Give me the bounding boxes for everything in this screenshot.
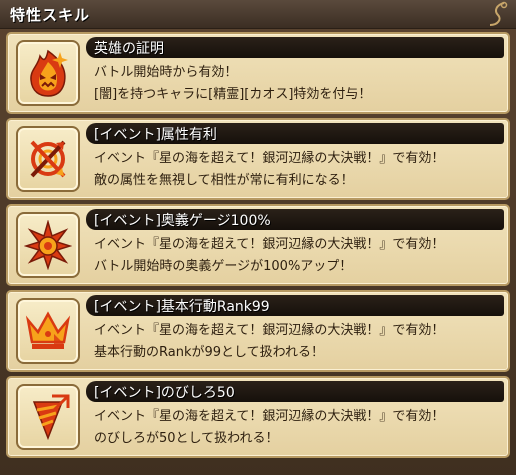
- skill-title: [イベント]のびしろ50: [94, 385, 235, 401]
- skill-card-hero-proof: 英雄の証明 バトル開始時から有効！ [闇]を持つキャラに[精霊][カオス]特効を…: [6, 32, 510, 114]
- skill-card-element-advantage: [イベント]属性有利 イベント『星の海を超えて！銀河辺縁の大決戦！』で有効！ 敵…: [6, 118, 510, 200]
- skill-description: バトル開始時から有効！ [闇]を持つキャラに[精霊][カオス]特効を付与！: [94, 62, 506, 106]
- skill-card-basic-rank: [イベント]基本行動Rank99 イベント『星の海を超えて！銀河辺縁の大決戦！』…: [6, 290, 510, 372]
- burst-star-icon: [24, 220, 72, 270]
- skill-title: 英雄の証明: [94, 41, 164, 57]
- skill-card-ougi-gauge: [イベント]奥義ゲージ100% イベント『星の海を超えて！銀河辺縁の大決戦！』で…: [6, 204, 510, 286]
- crown-icon: [25, 311, 71, 349]
- skill-description-line: のびしろが50として扱われる！: [94, 431, 279, 446]
- skill-description-line: バトル開始時の奥義ゲージが100%アップ！: [94, 259, 353, 274]
- skill-title: [イベント]基本行動Rank99: [94, 299, 270, 315]
- skill-description-line: [闇]を持つキャラに[精霊][カオス]特効を付与！: [94, 87, 372, 102]
- skill-description: イベント『星の海を超えて！銀河辺縁の大決戦！』で有効！ 敵の属性を無視して相性が…: [94, 148, 506, 192]
- skill-description: イベント『星の海を超えて！銀河辺縁の大決戦！』で有効！ 基本行動のRankが99…: [94, 320, 506, 364]
- skill-icon-frame: [16, 298, 80, 364]
- crossed-arrow-target-icon: [30, 140, 66, 178]
- skill-description-line: バトル開始時から有効！: [94, 65, 238, 80]
- skill-description: イベント『星の海を超えて！銀河辺縁の大決戦！』で有効！ バトル開始時の奥義ゲージ…: [94, 234, 506, 278]
- drill-arrow-icon: [32, 394, 70, 441]
- skill-icon-frame: [16, 40, 80, 106]
- skill-title: [イベント]属性有利: [94, 127, 217, 143]
- demon-flame-icon: [30, 49, 68, 97]
- skill-icon-frame: [16, 126, 80, 192]
- skill-icon-frame: [16, 212, 80, 278]
- skill-description-line: 基本行動のRankが99として扱われる！: [94, 345, 324, 360]
- skill-description-line: イベント『星の海を超えて！銀河辺縁の大決戦！』で有効！: [94, 323, 445, 338]
- skill-icon-frame: [16, 384, 80, 450]
- panel-header: 特性スキル: [0, 0, 516, 29]
- skill-description-line: イベント『星の海を超えて！銀河辺縁の大決戦！』で有効！: [94, 151, 445, 166]
- skill-description-line: イベント『星の海を超えて！銀河辺縁の大決戦！』で有効！: [94, 237, 445, 252]
- skill-description: イベント『星の海を超えて！銀河辺縁の大決戦！』で有効！ のびしろが50として扱わ…: [94, 406, 506, 450]
- skill-card-nobishiro: [イベント]のびしろ50 イベント『星の海を超えて！銀河辺縁の大決戦！』で有効！…: [6, 376, 510, 458]
- skill-description-line: 敵の属性を無視して相性が常に有利になる！: [94, 173, 354, 188]
- scroll-ornament-icon: [489, 1, 508, 26]
- panel-title: 特性スキル: [10, 6, 91, 24]
- skill-description-line: イベント『星の海を超えて！銀河辺縁の大決戦！』で有効！: [94, 409, 445, 424]
- skill-title: [イベント]奥義ゲージ100%: [94, 213, 271, 229]
- skill-panel: 特性スキル 英雄の証明 バトル開始時から有効！ [闇]を持つキャラに[精霊][カ…: [0, 0, 516, 475]
